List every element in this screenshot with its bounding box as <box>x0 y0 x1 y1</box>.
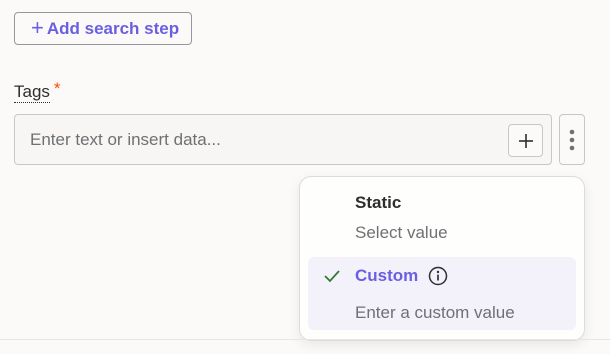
insert-data-button[interactable] <box>508 124 543 157</box>
add-search-step-button[interactable]: + Add search step <box>14 12 193 45</box>
plus-icon <box>518 133 533 148</box>
tags-input-placeholder: Enter text or insert data... <box>30 130 221 149</box>
tags-label-text: Tags <box>14 82 50 103</box>
menu-option-custom[interactable]: Custom Enter a custom value <box>308 257 576 330</box>
vertical-dots-icon <box>569 129 575 150</box>
info-circle-icon[interactable] <box>428 266 448 286</box>
field-options-button[interactable] <box>559 114 585 165</box>
custom-option-title-row: Custom <box>355 266 448 286</box>
tags-field-label: Tags * <box>14 79 61 103</box>
value-mode-menu: Static Select value Custom Enter a custo… <box>299 176 585 341</box>
required-marker: * <box>53 79 61 98</box>
custom-option-subtitle: Enter a custom value <box>355 303 515 322</box>
tags-input[interactable]: Enter text or insert data... <box>14 114 552 165</box>
add-search-step-label: Add search step <box>46 18 180 38</box>
check-icon <box>324 270 340 283</box>
plus-icon: + <box>31 14 44 40</box>
menu-option-static[interactable]: Static Select value <box>308 185 576 257</box>
static-option-subtitle: Select value <box>355 223 448 242</box>
divider <box>0 339 610 340</box>
static-option-title: Static <box>355 193 402 212</box>
custom-option-title: Custom <box>355 266 419 285</box>
